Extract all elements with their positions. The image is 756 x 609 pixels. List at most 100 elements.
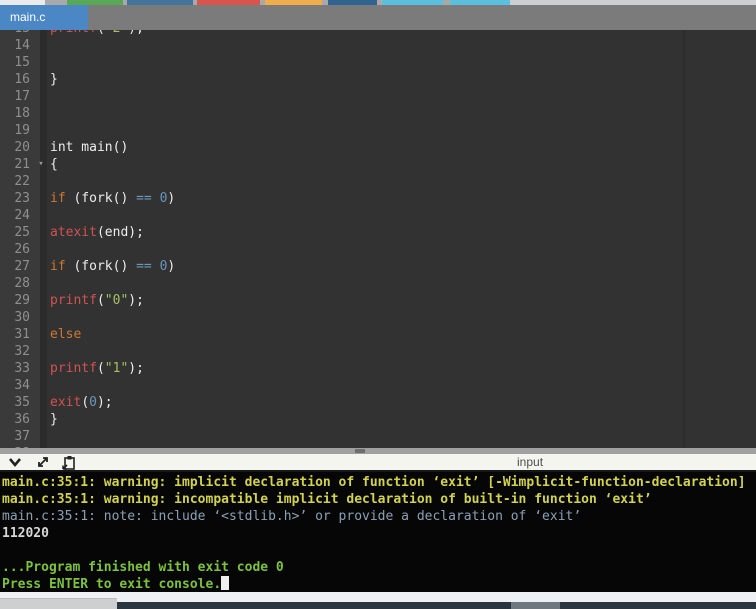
console-output[interactable]: main.c:35:1: warning: implicit declarati… bbox=[0, 472, 756, 592]
code-line: 35 exit(0); bbox=[0, 394, 756, 411]
code-token: } bbox=[50, 412, 58, 427]
line-number: 31 bbox=[0, 326, 32, 343]
code-token: ); bbox=[128, 361, 144, 376]
code-token: (fork() bbox=[66, 191, 136, 206]
code-text: { bbox=[50, 157, 58, 172]
line-number: 36 bbox=[0, 411, 32, 428]
code-line: 16} bbox=[0, 71, 756, 88]
line-number: 30 bbox=[0, 309, 32, 326]
code-line: 26 bbox=[0, 241, 756, 258]
horizontal-scrollbar-thumb[interactable] bbox=[0, 598, 117, 609]
console-text: main.c:35:1: warning: incompatible impli… bbox=[2, 492, 652, 507]
console-line: main.c:35:1: note: include ‘<stdlib.h>’ … bbox=[2, 508, 756, 525]
code-token: 0 bbox=[89, 395, 97, 410]
code-line: 37 bbox=[0, 428, 756, 445]
code-text: else bbox=[50, 327, 81, 342]
console-text: Press ENTER to exit console. bbox=[2, 577, 221, 592]
code-token: ); bbox=[128, 30, 144, 36]
code-line: 18 bbox=[0, 105, 756, 122]
code-token: ( bbox=[81, 395, 89, 410]
tab-bar: main.c bbox=[0, 5, 756, 30]
chevron-down-icon[interactable] bbox=[6, 455, 24, 470]
console-line: Press ENTER to exit console. bbox=[2, 576, 756, 593]
code-line: 34 bbox=[0, 377, 756, 394]
code-text: printf("0"); bbox=[50, 293, 144, 308]
code-line: 27if (fork() == 0) bbox=[0, 258, 756, 275]
line-number: 19 bbox=[0, 122, 32, 139]
code-token: "2" bbox=[105, 30, 128, 36]
code-line: 28 bbox=[0, 275, 756, 292]
code-line: 33printf("1"); bbox=[0, 360, 756, 377]
code-line: 32 bbox=[0, 343, 756, 360]
code-line: 20int main() bbox=[0, 139, 756, 156]
splitter-grip-icon[interactable] bbox=[355, 449, 365, 453]
line-number: 16 bbox=[0, 71, 32, 88]
console-line: main.c:35:1: warning: incompatible impli… bbox=[2, 491, 756, 508]
console-scrollbar-thumb[interactable] bbox=[511, 602, 560, 609]
code-lines: 13printf("2");141516}17181920int main()2… bbox=[0, 30, 756, 448]
input-field-label[interactable]: input bbox=[517, 455, 543, 469]
code-editor[interactable]: 13printf("2");141516}17181920int main()2… bbox=[0, 30, 756, 448]
code-line: 36} bbox=[0, 411, 756, 428]
code-token: ); bbox=[97, 395, 113, 410]
code-text: } bbox=[50, 412, 58, 427]
code-token: } bbox=[50, 72, 58, 87]
code-line: 15 bbox=[0, 54, 756, 71]
console-scrollbar-track[interactable] bbox=[117, 602, 756, 609]
console-line: main.c:35:1: warning: implicit declarati… bbox=[2, 474, 756, 491]
fold-marker-icon[interactable]: ▾ bbox=[32, 156, 50, 173]
code-text: } bbox=[50, 72, 58, 87]
line-number: 27 bbox=[0, 258, 32, 275]
code-text: atexit(end); bbox=[50, 225, 144, 240]
code-token: (end); bbox=[97, 225, 144, 240]
line-number: 35 bbox=[0, 394, 32, 411]
code-token: "0" bbox=[105, 293, 128, 308]
code-line: 19 bbox=[0, 122, 756, 139]
line-number: 37 bbox=[0, 428, 32, 445]
code-token: if bbox=[50, 191, 66, 206]
line-number: 28 bbox=[0, 275, 32, 292]
expand-icon[interactable] bbox=[34, 455, 52, 470]
code-text: exit(0); bbox=[50, 395, 113, 410]
code-token bbox=[152, 191, 160, 206]
code-line: 14 bbox=[0, 37, 756, 54]
line-number: 25 bbox=[0, 224, 32, 241]
code-token: == bbox=[136, 259, 152, 274]
paste-icon[interactable] bbox=[60, 455, 78, 470]
terminal-cursor bbox=[221, 576, 229, 590]
code-text: int main() bbox=[50, 140, 128, 155]
line-number: 33 bbox=[0, 360, 32, 377]
code-line: 17 bbox=[0, 88, 756, 105]
line-number: 14 bbox=[0, 37, 32, 54]
console-line bbox=[2, 542, 756, 559]
code-token: "1" bbox=[105, 361, 128, 376]
code-token: ) bbox=[167, 191, 175, 206]
code-token: exit bbox=[50, 395, 81, 410]
code-token: ( bbox=[97, 30, 105, 36]
line-number: 32 bbox=[0, 343, 32, 360]
line-number: 23 bbox=[0, 190, 32, 207]
code-token: == bbox=[136, 191, 152, 206]
tab-main-c[interactable]: main.c bbox=[0, 5, 88, 30]
console-text: ...Program finished with exit code 0 bbox=[2, 560, 284, 575]
code-line: 29 printf("0"); bbox=[0, 292, 756, 309]
code-token: ); bbox=[128, 293, 144, 308]
line-number: 21 bbox=[0, 156, 32, 173]
ide-window: main.c 13printf("2");141516}17181920int … bbox=[0, 0, 756, 609]
code-token: if bbox=[50, 259, 66, 274]
line-number: 13 bbox=[0, 30, 32, 37]
code-token: atexit bbox=[50, 225, 97, 240]
code-token: else bbox=[50, 327, 81, 342]
code-token: ( bbox=[97, 361, 105, 376]
code-token: ) bbox=[167, 259, 175, 274]
code-line: 25 atexit(end); bbox=[0, 224, 756, 241]
code-token: { bbox=[50, 157, 58, 172]
code-token: ( bbox=[97, 293, 105, 308]
code-token: (fork() bbox=[66, 259, 136, 274]
code-text: if (fork() == 0) bbox=[50, 191, 175, 206]
console-line: 112020 bbox=[2, 525, 756, 542]
code-text: printf("2"); bbox=[50, 30, 144, 36]
code-line: 24 bbox=[0, 207, 756, 224]
code-line: 31 else bbox=[0, 326, 756, 343]
line-number: 29 bbox=[0, 292, 32, 309]
